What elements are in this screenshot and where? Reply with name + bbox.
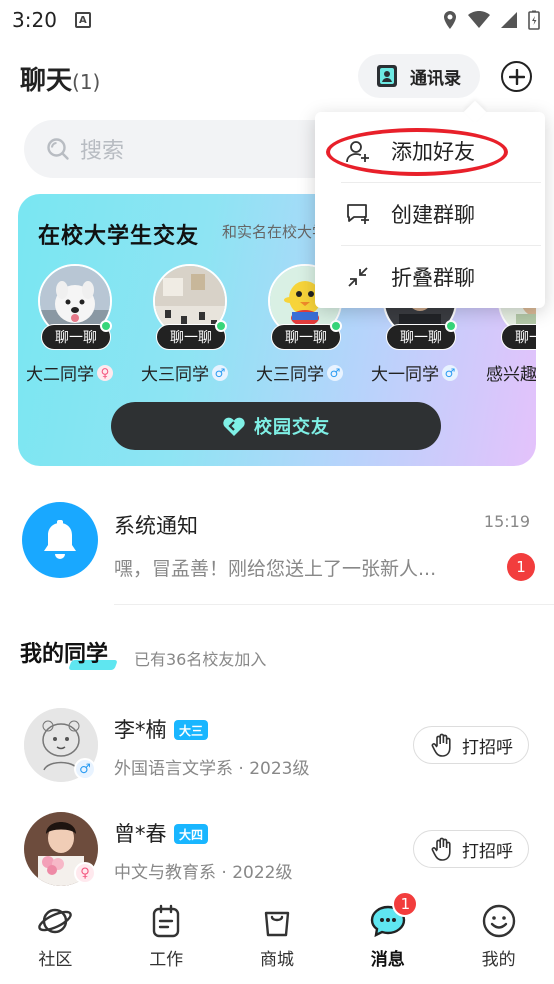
bottom-nav: 社区 工作 商城 消息 1 我的: [0, 891, 554, 984]
nav-label: 商城: [259, 950, 294, 970]
classmate-row[interactable]: ♀ 曾*春 大四 中文与教育系 · 2022级 打招呼: [0, 812, 554, 902]
nav-label: 我的: [481, 950, 516, 970]
wave-label: 打招呼: [462, 737, 513, 758]
nav-label: 消息: [370, 950, 405, 970]
contacts-book-icon: [377, 65, 397, 87]
system-notice-message: 嘿，冒孟善！刚给您送上了一张新人...: [114, 558, 437, 580]
system-notice-avatar: [22, 502, 98, 578]
collapse-icon: [348, 267, 368, 287]
student-name: 感兴趣: [486, 360, 536, 385]
student-card[interactable]: 聊一聊 大二同学 ♀: [18, 264, 138, 385]
system-notice-name: 系统通知: [114, 514, 198, 538]
grade-badge: 大三: [174, 720, 209, 740]
classmate-name: 李*楠: [114, 718, 167, 742]
planet-icon: [38, 908, 73, 934]
student-name-text: 大三同学: [256, 365, 324, 385]
campus-friends-button[interactable]: 校园交友: [111, 402, 441, 450]
menu-item-collapse-group[interactable]: 折叠群聊: [315, 246, 545, 308]
campus-friends-label: 校园交友: [254, 417, 330, 438]
chat-header: 聊天(1) 通讯录: [0, 52, 554, 100]
wifi-icon: [468, 11, 490, 28]
chat-count: (1): [72, 70, 101, 94]
system-notice-time: 15:19: [483, 512, 530, 531]
male-icon: ♂: [442, 364, 458, 381]
online-dot: [330, 320, 342, 332]
student-name: 大二同学 ♀: [26, 360, 136, 385]
wave-label: 打招呼: [462, 841, 513, 862]
plus-dropdown-menu: 添加好友 创建群聊 折叠群聊: [315, 112, 545, 308]
classmate-row[interactable]: ♂ 李*楠 大三 外国语言文学系 · 2023级 打招呼: [0, 708, 554, 798]
female-icon: ♀: [97, 364, 113, 381]
online-dot: [215, 320, 227, 332]
student-name-text: 大一同学: [371, 365, 439, 385]
shopping-bag-icon: [264, 911, 290, 937]
classmate-major: 中文与教育系 · 2022级: [114, 863, 293, 883]
male-icon: ♂: [212, 364, 228, 381]
male-icon: ♂: [74, 758, 96, 780]
plus-button[interactable]: [501, 61, 532, 92]
nav-community[interactable]: 社区: [0, 893, 111, 984]
wave-hand-icon: [431, 837, 451, 861]
unread-badge: 1: [507, 553, 535, 581]
menu-item-label: 创建群聊: [391, 203, 475, 227]
search-icon: [47, 138, 69, 160]
create-group-icon: [347, 204, 369, 224]
nav-label: 工作: [149, 950, 184, 970]
student-name: 大一同学 ♂: [371, 360, 481, 385]
classmates-title: 我的同学: [20, 642, 109, 667]
plus-icon: [508, 68, 525, 85]
menu-item-label: 添加好友: [391, 140, 475, 164]
menu-item-label: 折叠群聊: [391, 266, 475, 290]
banner-title: 在校大学生交友: [38, 224, 200, 249]
contacts-button[interactable]: 通讯录: [358, 54, 480, 98]
status-icons: [442, 10, 540, 30]
online-dot: [445, 320, 457, 332]
online-dot: [100, 320, 112, 332]
menu-item-add-friend[interactable]: 添加好友: [315, 120, 545, 182]
nav-messages[interactable]: 消息 1: [332, 891, 443, 984]
signal-icon: [501, 12, 517, 28]
page-title-text: 聊天: [20, 66, 73, 96]
grade-badge: 大四: [174, 824, 209, 844]
location-icon: [444, 11, 456, 29]
student-card[interactable]: 聊一聊 大三同学 ♂: [133, 264, 253, 385]
student-name-text: 大二同学: [26, 365, 94, 385]
menu-item-create-group[interactable]: 创建群聊: [315, 183, 545, 245]
student-name-text: 感兴趣: [486, 365, 536, 385]
wave-button[interactable]: 打招呼: [413, 726, 529, 764]
wave-hand-icon: [431, 733, 451, 757]
divider: [114, 604, 554, 605]
page-title: 聊天(1): [20, 60, 100, 97]
male-icon: ♂: [327, 364, 343, 381]
student-name: 大三同学 ♂: [141, 360, 251, 385]
contacts-label: 通讯录: [410, 68, 461, 89]
wave-button[interactable]: 打招呼: [413, 830, 529, 868]
student-name-text: 大三同学: [141, 365, 209, 385]
nav-label: 社区: [38, 950, 73, 970]
system-notice-row[interactable]: 系统通知 15:19 嘿，冒孟善！刚给您送上了一张新人...: [0, 500, 554, 590]
student-name: 大三同学 ♂: [256, 360, 366, 385]
nav-profile[interactable]: 我的: [443, 893, 554, 984]
notification-a-icon: A: [74, 12, 91, 28]
heart-icon: [223, 417, 245, 436]
nav-work[interactable]: 工作: [111, 893, 222, 984]
female-icon: ♀: [74, 862, 96, 884]
classmate-name: 曾*春: [114, 822, 167, 846]
status-time: 3:20: [12, 8, 57, 32]
classmates-subtitle: 已有36名校友加入: [134, 650, 267, 669]
nav-unread-badge: 1: [392, 891, 419, 917]
status-bar: 3:20 A: [0, 0, 554, 40]
chat-pill-button[interactable]: 聊一聊: [501, 324, 536, 350]
bell-icon: [44, 520, 76, 559]
battery-icon: [528, 10, 540, 30]
classmate-major: 外国语言文学系 · 2023级: [114, 759, 310, 779]
nav-mall[interactable]: 商城: [222, 893, 333, 984]
smile-icon: [482, 904, 515, 938]
search-placeholder: 搜索: [80, 139, 125, 164]
add-person-icon: [346, 141, 369, 163]
clipboard-icon: [152, 904, 180, 938]
